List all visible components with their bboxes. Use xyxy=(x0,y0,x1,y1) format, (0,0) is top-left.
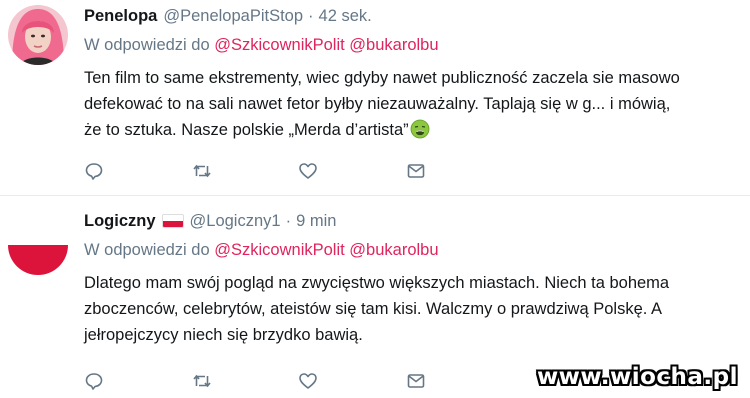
timestamp[interactable]: 42 sek. xyxy=(319,6,372,26)
separator: · xyxy=(308,7,314,25)
reply-button[interactable] xyxy=(84,161,104,186)
avatar[interactable] xyxy=(8,5,68,65)
tweet-actions xyxy=(84,161,514,186)
reply-context: W odpowiedzi do @SzkicownikPolit @bukaro… xyxy=(84,240,746,260)
like-icon xyxy=(298,161,318,186)
separator: · xyxy=(285,212,292,230)
tweet-actions xyxy=(84,371,514,396)
tweet-text-line: Ten film to same ekstrementy, wiec gdyby… xyxy=(84,69,680,87)
like-button[interactable] xyxy=(298,371,318,396)
user-handle[interactable]: @Logiczny1 xyxy=(190,211,281,231)
tweet-text-line: Dlatego mam swój pogląd na zwycięstwo wi… xyxy=(84,274,670,292)
reply-prefix: W odpowiedzi do xyxy=(84,36,210,54)
user-handle[interactable]: @PenelopaPitStop xyxy=(163,6,303,26)
message-button[interactable] xyxy=(406,373,426,393)
tweet[interactable]: Penelopa @PenelopaPitStop · 42 sek. W od… xyxy=(0,0,750,196)
mention-link[interactable]: @bukarolbu xyxy=(349,36,438,54)
like-button[interactable] xyxy=(298,161,318,186)
display-name[interactable]: Penelopa xyxy=(84,6,157,26)
retweet-icon xyxy=(192,371,212,396)
reply-icon xyxy=(84,371,104,396)
tweet-text-line: jełropejczycy niech się brzydko bawią. xyxy=(84,326,363,344)
tweet-content: Logiczny @Logiczny1 · 9 min W odpowiedzi… xyxy=(84,211,746,348)
mention-link[interactable]: @bukarolbu xyxy=(349,241,438,259)
mention-link[interactable]: @SzkicownikPolit xyxy=(214,241,344,259)
timestamp[interactable]: 9 min xyxy=(296,211,336,231)
avatar[interactable] xyxy=(8,215,68,275)
tweet-text-line: że to sztuka. Nasze polskie „Merda d’art… xyxy=(84,117,746,143)
retweet-button[interactable] xyxy=(192,373,212,393)
nauseated-face-icon xyxy=(410,119,430,139)
tweet-text: Dlatego mam swój pogląd na zwycięstwo wi… xyxy=(84,270,746,348)
tweet-header: Logiczny @Logiczny1 · 9 min xyxy=(84,211,746,231)
retweet-icon xyxy=(192,161,212,186)
tweet-text: Ten film to same ekstrementy, wiec gdyby… xyxy=(84,65,746,143)
tweet-text-fragment: że to sztuka. Nasze polskie „Merda d’art… xyxy=(84,121,409,139)
retweet-button[interactable] xyxy=(192,163,212,183)
watermark: www.wiocha.pl xyxy=(536,364,738,390)
reply-prefix: W odpowiedzi do xyxy=(84,241,210,259)
tweet-content: Penelopa @PenelopaPitStop · 42 sek. W od… xyxy=(84,6,746,143)
poland-flag-icon xyxy=(161,214,184,228)
like-icon xyxy=(298,371,318,396)
tweet-header: Penelopa @PenelopaPitStop · 42 sek. xyxy=(84,6,746,26)
tweet-text-line: defekować to na sali nawet fetor byłby n… xyxy=(84,95,671,113)
tweet-text-line: zboczenców, celebrytów, ateistów się tam… xyxy=(84,300,663,318)
reply-icon xyxy=(84,161,104,186)
message-icon xyxy=(406,161,426,186)
reply-button[interactable] xyxy=(84,371,104,396)
reply-context: W odpowiedzi do @SzkicownikPolit @bukaro… xyxy=(84,35,746,55)
mention-link[interactable]: @SzkicownikPolit xyxy=(214,36,344,54)
message-button[interactable] xyxy=(406,163,426,183)
message-icon xyxy=(406,371,426,396)
display-name[interactable]: Logiczny xyxy=(84,211,156,231)
